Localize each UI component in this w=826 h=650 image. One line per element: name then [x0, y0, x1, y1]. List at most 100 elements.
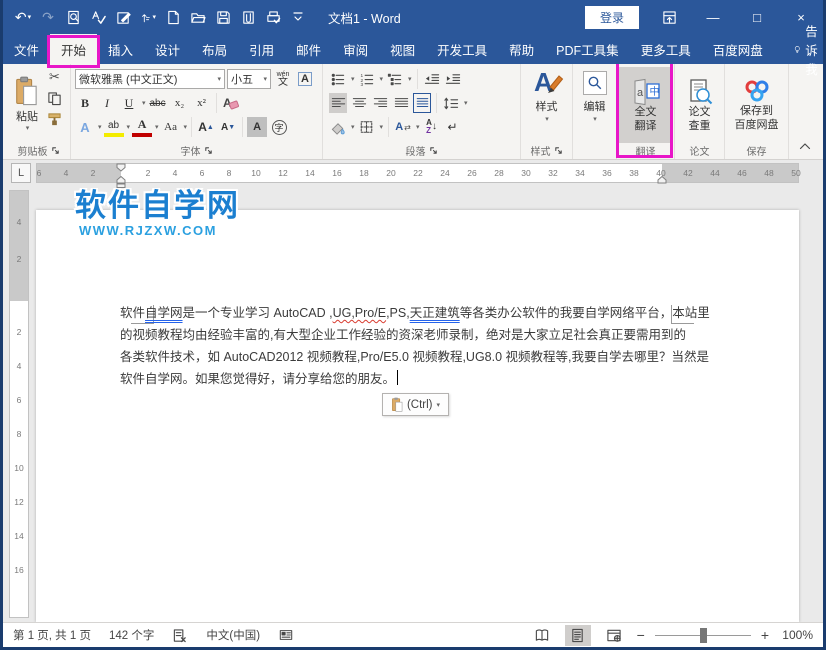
- ribbon-tab-审阅[interactable]: 审阅: [332, 34, 379, 64]
- first-line-indent-marker[interactable]: [116, 163, 126, 172]
- borders-icon[interactable]: [358, 117, 376, 137]
- ribbon-tab-插入[interactable]: 插入: [97, 34, 144, 64]
- show-hide-marks-icon[interactable]: ↵: [444, 117, 462, 137]
- asian-layout-dropdown-icon[interactable]: ▾: [416, 123, 420, 131]
- spelling-grammar-icon[interactable]: [90, 9, 106, 25]
- language-status[interactable]: 中文(中国): [206, 627, 260, 643]
- enclose-characters-icon[interactable]: 字: [269, 117, 289, 137]
- multilevel-dropdown-icon[interactable]: ▾: [408, 75, 412, 83]
- ribbon-tab-引用[interactable]: 引用: [238, 34, 285, 64]
- shading-icon[interactable]: [329, 117, 347, 137]
- zoom-slider[interactable]: [655, 625, 751, 646]
- numbering-dropdown-icon[interactable]: ▾: [380, 75, 384, 83]
- ribbon-tab-开发工具[interactable]: 开发工具: [426, 34, 498, 64]
- font-dialog-launcher-icon[interactable]: [204, 146, 213, 155]
- ribbon-tab-邮件[interactable]: 邮件: [285, 34, 332, 64]
- ribbon-tab-开始[interactable]: 开始: [50, 34, 97, 64]
- line-spacing-dropdown-icon[interactable]: ▾: [464, 99, 468, 107]
- strikethrough-button[interactable]: abc: [148, 93, 168, 113]
- shading-dropdown-icon[interactable]: ▾: [351, 123, 355, 131]
- borders-dropdown-icon[interactable]: ▾: [380, 123, 384, 131]
- align-left-button[interactable]: [329, 93, 347, 113]
- paste-button[interactable]: 粘贴 ▾: [11, 69, 43, 139]
- font-size-combo[interactable]: 小五▾: [227, 69, 271, 89]
- ribbon-tab-设计[interactable]: 设计: [144, 34, 191, 64]
- ribbon-tab-文件[interactable]: 文件: [3, 34, 50, 64]
- bullets-dropdown-icon[interactable]: ▾: [351, 75, 355, 83]
- document-text-line[interactable]: 各类软件技术，如 AutoCAD2012 视频教程,Pro/E5.0 视频教程,…: [120, 346, 676, 368]
- superscript-button[interactable]: x²: [192, 93, 212, 113]
- tell-me-tab[interactable]: 告诉我: [784, 34, 826, 64]
- clipboard-dialog-launcher-icon[interactable]: [51, 146, 60, 155]
- sort-icon[interactable]: AZ↓: [423, 117, 441, 137]
- ribbon-tab-布局[interactable]: 布局: [191, 34, 238, 64]
- shrink-font-button[interactable]: A▼: [218, 117, 238, 137]
- page-number-status[interactable]: 第 1 页, 共 1 页: [13, 627, 91, 643]
- text-effects-icon[interactable]: A: [75, 117, 95, 137]
- bold-button[interactable]: B: [75, 93, 95, 113]
- input-method-icon[interactable]: [278, 628, 294, 642]
- zoom-in-button[interactable]: +: [761, 627, 769, 643]
- document-text[interactable]: 软件自学网是一个专业学习 AutoCAD ,UG,Pro/E,PS,天正建筑等各…: [120, 302, 676, 390]
- font-color-icon[interactable]: A: [132, 117, 152, 137]
- open-folder-icon[interactable]: [190, 9, 206, 25]
- zoom-percentage[interactable]: 100%: [779, 628, 813, 642]
- align-center-button[interactable]: [350, 93, 368, 113]
- document-text-line[interactable]: 软件自学网。如果您觉得好，请分享给您的朋友。: [120, 368, 676, 390]
- change-case-button[interactable]: Aa: [161, 117, 181, 137]
- line-spacing-icon[interactable]: [442, 93, 460, 113]
- document-page[interactable]: [36, 210, 799, 622]
- maximize-button[interactable]: □: [735, 0, 779, 34]
- decrease-indent-icon[interactable]: [423, 69, 441, 89]
- ribbon-display-options-icon[interactable]: [647, 0, 691, 34]
- text-highlight-icon[interactable]: ab: [104, 117, 124, 137]
- zoom-slider-handle[interactable]: [700, 628, 707, 643]
- redo-icon[interactable]: ↷: [40, 9, 56, 25]
- clear-formatting-icon[interactable]: A: [221, 93, 241, 113]
- email-attachment-icon[interactable]: [240, 9, 256, 25]
- multilevel-list-icon[interactable]: [386, 69, 404, 89]
- justify-button[interactable]: [392, 93, 410, 113]
- paragraph-dialog-launcher-icon[interactable]: [429, 146, 438, 155]
- editing-button[interactable]: 编辑 ▾: [573, 71, 616, 123]
- styles-button[interactable]: A 样式 ▾: [521, 67, 572, 123]
- format-painter-icon[interactable]: [47, 112, 62, 127]
- bullets-icon[interactable]: [329, 69, 347, 89]
- ribbon-tab-帮助[interactable]: 帮助: [498, 34, 545, 64]
- align-right-button[interactable]: [371, 93, 389, 113]
- asian-layout-icon[interactable]: A⇄: [394, 117, 412, 137]
- web-layout-button[interactable]: [601, 625, 627, 646]
- touch-mouse-mode-icon[interactable]: ▾: [140, 9, 156, 25]
- read-mode-button[interactable]: [529, 625, 555, 646]
- ribbon-tab-视图[interactable]: 视图: [379, 34, 426, 64]
- text-effects-dropdown-icon[interactable]: ▾: [98, 123, 102, 131]
- hanging-indent-marker[interactable]: [116, 176, 126, 188]
- undo-icon[interactable]: ↶▾: [15, 9, 31, 25]
- new-document-icon[interactable]: [165, 9, 181, 25]
- cut-icon[interactable]: ✂: [47, 69, 62, 85]
- ribbon-tab-更多工具[interactable]: 更多工具: [630, 34, 702, 64]
- quick-print-icon[interactable]: [265, 9, 281, 25]
- print-preview-icon[interactable]: [65, 9, 81, 25]
- underline-button[interactable]: U: [119, 93, 139, 113]
- change-case-dropdown-icon[interactable]: ▾: [184, 123, 188, 131]
- full-text-translate-button[interactable]: a 中 全文 翻译: [619, 67, 672, 143]
- document-text-line[interactable]: 的视频教程均由经验丰富的,有大型企业工作经验的资深老师录制，绝对是大家立足社会真…: [120, 324, 676, 346]
- font-name-combo[interactable]: 微软雅黑 (中文正文)▾: [75, 69, 225, 89]
- subscript-button[interactable]: x₂: [170, 93, 190, 113]
- qat-overflow-icon[interactable]: [290, 9, 306, 25]
- highlight-dropdown-icon[interactable]: ▾: [127, 123, 131, 131]
- vertical-ruler[interactable]: 42246810121416: [9, 190, 29, 618]
- document-text-line[interactable]: 软件自学网是一个专业学习 AutoCAD ,UG,Pro/E,PS,天正建筑等各…: [120, 302, 676, 324]
- zoom-out-button[interactable]: −: [637, 627, 645, 643]
- paper-check-button[interactable]: 论文 查重: [677, 67, 722, 142]
- tab-stop-selector[interactable]: L: [11, 163, 31, 183]
- print-layout-button[interactable]: [565, 625, 591, 646]
- numbering-icon[interactable]: 123: [358, 69, 376, 89]
- ribbon-tab-PDF工具集[interactable]: PDF工具集: [545, 34, 630, 64]
- font-color-dropdown-icon[interactable]: ▾: [155, 123, 159, 131]
- minimize-button[interactable]: —: [691, 0, 735, 34]
- save-icon[interactable]: [215, 9, 231, 25]
- ribbon-tab-百度网盘[interactable]: 百度网盘: [702, 34, 774, 64]
- login-button[interactable]: 登录: [585, 6, 639, 29]
